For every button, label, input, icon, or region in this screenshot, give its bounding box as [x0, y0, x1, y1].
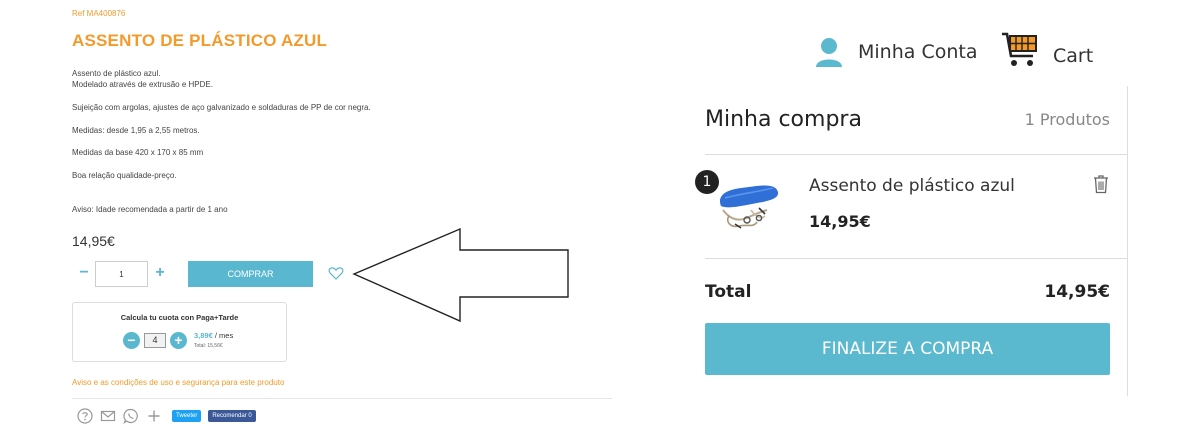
checkout-button[interactable]: FINALIZE A COMPRA	[705, 323, 1110, 375]
plus-share-icon[interactable]	[145, 407, 163, 425]
installments-field[interactable]: 4	[144, 333, 166, 348]
description-line: Medidas da base 420 x 170 x 85 mm	[72, 148, 204, 157]
trash-icon[interactable]	[1092, 174, 1110, 194]
financing-total: Total: 15,56€	[194, 343, 223, 349]
monthly-amount: 3,89€	[194, 331, 213, 340]
wishlist-heart-icon[interactable]	[328, 265, 344, 281]
account-link[interactable]: Minha Conta	[814, 36, 977, 68]
description-line: Medidas: desde 1,95 a 2,55 metros.	[72, 126, 200, 135]
product-title: ASSENTO DE PLÁSTICO AZUL	[72, 31, 328, 50]
age-warning: Aviso: Idade recomendada a partir de 1 a…	[72, 205, 228, 214]
share-bar: Tweeter Recomendar 0	[76, 407, 256, 425]
cart-item-name[interactable]: Assento de plástico azul	[809, 176, 1015, 196]
mini-cart-title: Minha compra	[705, 107, 862, 132]
safety-notice-link[interactable]: Aviso e as condições de uso e segurança …	[72, 378, 284, 387]
cart-label: Cart	[1053, 45, 1094, 67]
facebook-recommend-label: Recomendar 0	[212, 413, 252, 419]
divider	[705, 154, 1128, 155]
item-quantity-badge: 1	[695, 170, 719, 194]
divider	[705, 258, 1128, 259]
quantity-decrease-button[interactable]: −	[74, 263, 94, 283]
installments-increase-button[interactable]: +	[170, 332, 187, 349]
description-line: Boa relação qualidade-preço.	[72, 171, 177, 180]
monthly-payment: 3,89€ / mes	[194, 331, 233, 340]
total-label: Total	[705, 282, 752, 302]
description-line: Assento de plástico azul.	[72, 69, 161, 78]
shopping-cart-icon	[1002, 32, 1037, 66]
question-icon[interactable]	[76, 407, 94, 425]
user-icon	[816, 38, 842, 67]
quantity-input[interactable]	[95, 261, 148, 287]
facebook-recommend-button[interactable]: Recomendar 0	[208, 410, 256, 422]
financing-title: Calcula tu cuota con Paga+Tarde	[120, 313, 239, 322]
whatsapp-icon[interactable]	[122, 407, 140, 425]
buy-button[interactable]: COMPRAR	[188, 261, 313, 287]
quantity-increase-button[interactable]: +	[150, 263, 170, 283]
description-line: Modelado através de extrusão e HPDE.	[72, 80, 213, 89]
installments-decrease-button[interactable]: −	[123, 332, 140, 349]
account-label: Minha Conta	[858, 41, 978, 63]
financing-calculator: Calcula tu cuota con Paga+Tarde − 4 + 3,…	[72, 302, 287, 362]
mail-icon[interactable]	[99, 407, 117, 425]
left-arrow-icon	[352, 227, 569, 323]
description-line: Sujeição com argolas, ajustes de aço gal…	[72, 103, 371, 112]
twitter-share-label: Tweeter	[176, 413, 198, 419]
mini-cart-panel: Minha compra 1 Produtos 1 Assento de plá…	[695, 86, 1128, 396]
product-ref: Ref MA400876	[72, 9, 126, 18]
total-value: 14,95€	[1044, 282, 1110, 302]
monthly-suffix: / mes	[212, 331, 234, 340]
cart-link[interactable]: Cart	[1001, 30, 1093, 68]
product-details: Ref MA400876 ASSENTO DE PLÁSTICO AZUL As…	[72, 0, 617, 436]
twitter-share-button[interactable]: Tweeter	[172, 410, 202, 422]
cart-item-price: 14,95€	[809, 212, 871, 231]
divider	[72, 398, 612, 399]
mini-cart-count: 1 Produtos	[1024, 110, 1110, 129]
product-price: 14,95€	[72, 233, 115, 249]
